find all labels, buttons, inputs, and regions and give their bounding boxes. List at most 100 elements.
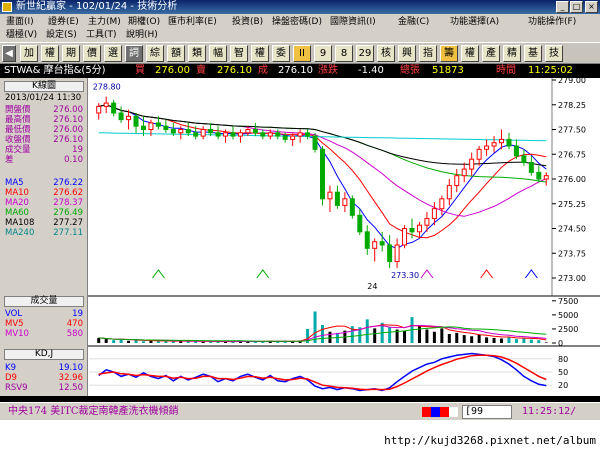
menu-item[interactable]: 設定(S) [46,28,77,42]
toolbar-button[interactable]: 權 [461,45,479,62]
candle-body[interactable] [431,208,437,220]
candle-body[interactable] [133,115,139,127]
toolbar-button[interactable]: 籌 [440,45,458,62]
candle-body[interactable] [536,171,542,180]
candle-body[interactable] [96,105,102,114]
candle-body[interactable] [349,198,355,216]
candle-body[interactable] [394,244,400,262]
candle-body[interactable] [513,145,519,157]
technical-chart[interactable]: 279.00 278.25 277.50 276.75 276.00 275.25 274.… [88,76,600,396]
volume-bar[interactable] [141,341,145,343]
toolbar-button[interactable]: 9 [314,45,332,62]
close-button[interactable]: × [585,1,598,13]
candle-body[interactable] [275,132,281,137]
candle-body[interactable] [484,145,490,150]
candle-body[interactable] [506,138,512,147]
toolbar-button[interactable]: 產 [482,45,500,62]
candle-body[interactable] [290,135,296,140]
toolbar-button[interactable]: 價 [83,45,101,62]
menu-item[interactable]: 說明(H) [126,28,158,42]
candle-body[interactable] [200,129,206,137]
kline-header[interactable]: K線圖 [4,81,84,92]
candle-body[interactable] [163,125,169,131]
volume-bar[interactable] [149,340,153,343]
candle-body[interactable] [446,185,452,200]
candle-body[interactable] [170,129,176,134]
toolbar-button[interactable]: 選 [104,45,122,62]
menu-item[interactable]: 期權(O) [128,15,160,29]
candle-body[interactable] [126,115,132,121]
toolbar-button[interactable]: 詞 [125,45,143,62]
toolbar-button[interactable]: 8 [335,45,353,62]
candle-body[interactable] [439,198,445,210]
volume-bar[interactable] [522,337,526,343]
candle-body[interactable] [111,102,117,114]
volume-bar[interactable] [321,325,324,343]
volume-bar[interactable] [156,341,160,343]
menu-item[interactable]: 金融(C) [398,15,429,29]
menu-item[interactable]: 證券(E) [48,15,79,29]
candle-body[interactable] [379,241,385,246]
candle-body[interactable] [282,135,288,140]
candle-body[interactable] [454,175,460,187]
menu-item[interactable]: 工具(T) [86,28,117,42]
candle-body[interactable] [193,132,199,137]
menu-item[interactable]: 功能操作(F) [528,15,576,29]
toolbar-button[interactable]: 精 [503,45,521,62]
candle-body[interactable] [387,244,393,262]
toolbar-button[interactable]: 核 [377,45,395,62]
candle-body[interactable] [327,191,333,200]
menu-item[interactable]: 穩極(V) [6,28,37,42]
volume-bar[interactable] [470,336,474,343]
candle-body[interactable] [140,125,146,131]
candle-body[interactable] [499,138,505,144]
toolbar-button[interactable]: 技 [545,45,563,62]
volume-bar[interactable] [186,341,190,343]
candle-body[interactable] [543,175,549,180]
volume-bar[interactable] [477,334,481,343]
toolbar-button[interactable]: 額 [167,45,185,62]
candle-body[interactable] [103,102,109,107]
volume-bar[interactable] [529,339,533,343]
toolbar-button[interactable]: 權 [251,45,269,62]
volume-bar[interactable] [328,331,332,343]
candle-body[interactable] [118,112,124,121]
candle-body[interactable] [424,218,430,226]
code-input[interactable]: [99 [462,405,512,419]
volume-bar[interactable] [447,334,451,343]
candle-body[interactable] [230,132,236,137]
candle-body[interactable] [320,148,325,200]
candle-body[interactable] [208,129,214,134]
toolbar-button[interactable]: 加 [20,45,38,62]
volume-bar[interactable] [485,337,489,343]
candle-body[interactable] [357,214,363,233]
toolbar-button[interactable]: 興 [398,45,416,62]
volume-bar[interactable] [462,335,466,343]
volume-bar[interactable] [134,340,138,343]
volume-bar[interactable] [500,338,504,344]
candle-body[interactable] [185,129,191,134]
volume-bar[interactable] [365,319,369,343]
candle-body[interactable] [312,135,318,150]
volume-bar[interactable] [455,332,459,343]
volume-bar[interactable] [440,328,444,343]
chart-area[interactable]: 279.00 278.25 277.50 276.75 276.00 275.25 274.… [88,76,600,396]
menu-item[interactable]: 投資(B) [232,15,263,29]
toolbar-button[interactable]: 類 [188,45,206,62]
candle-body[interactable] [402,228,408,246]
candle-body[interactable] [305,132,311,137]
candle-body[interactable] [409,228,415,233]
volume-bar[interactable] [403,330,407,343]
toolbar-button[interactable]: 幅 [209,45,227,62]
volume-bar[interactable] [432,331,436,343]
volume-bar[interactable] [507,336,511,343]
news-ticker[interactable]: 中央174 美ITC裁定南韓產洗衣機傾銷 [8,405,179,419]
candle-body[interactable] [469,158,475,170]
candle-body[interactable] [297,132,303,137]
toolbar-button[interactable]: 期 [62,45,80,62]
toolbar-button[interactable]: 指 [419,45,437,62]
candle-body[interactable] [491,142,497,147]
candle-body[interactable] [178,129,184,134]
candle-body[interactable] [372,241,378,249]
minimize-button[interactable]: _ [556,1,569,13]
